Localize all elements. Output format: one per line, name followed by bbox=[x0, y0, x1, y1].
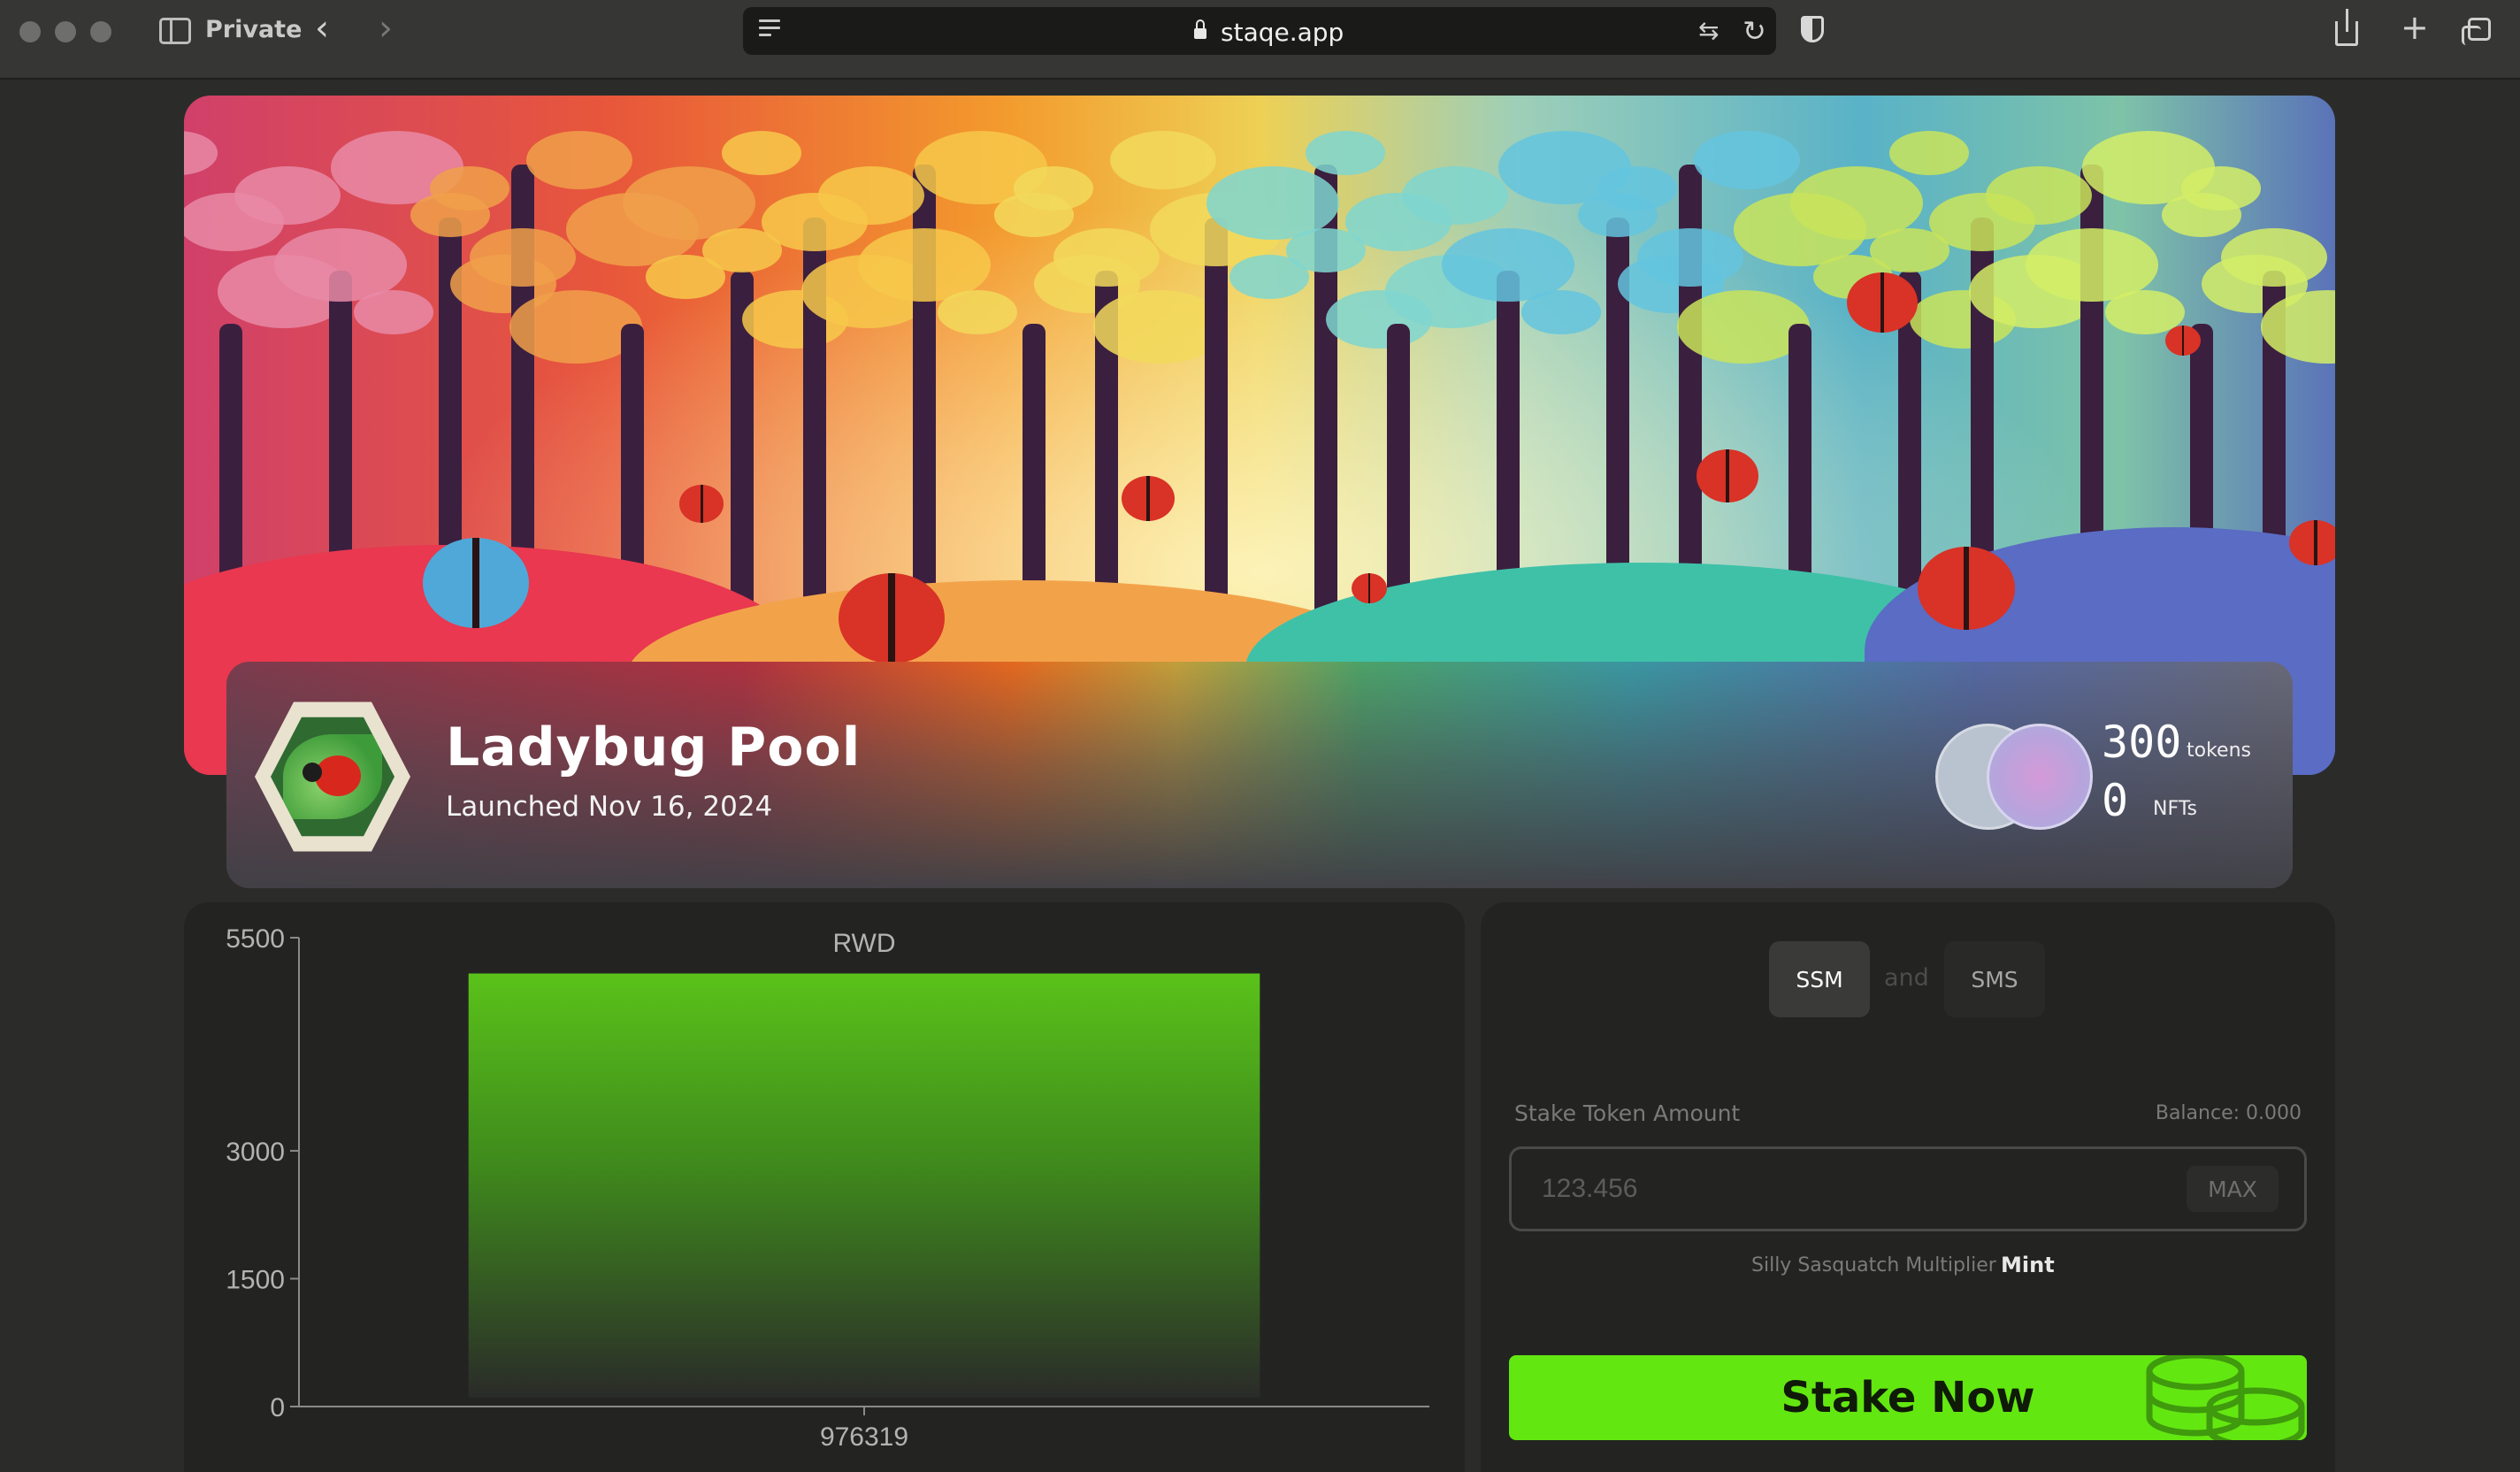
y-tick-label: 1500 bbox=[226, 1265, 285, 1294]
tokens-label: tokens bbox=[2187, 740, 2251, 762]
ladybug-decoration bbox=[2165, 326, 2201, 356]
ladybug-decoration bbox=[1352, 573, 1387, 603]
y-tick-label: 5500 bbox=[226, 924, 285, 954]
browser-toolbar: Private ‹ › staqe.app ⇆ ↻ + bbox=[0, 0, 2520, 80]
ladybug-decoration bbox=[839, 573, 945, 663]
ladybug-decoration bbox=[1697, 449, 1758, 502]
ladybug-decoration bbox=[1918, 547, 2015, 630]
share-icon[interactable] bbox=[2335, 9, 2358, 46]
address-bar[interactable]: staqe.app ⇆ ↻ bbox=[743, 7, 1776, 55]
pool-title: Ladybug Pool bbox=[446, 717, 862, 778]
tab-ssm[interactable]: SSM bbox=[1769, 941, 1870, 1017]
privacy-shield-icon[interactable] bbox=[1801, 16, 1824, 42]
x-tick-label: 976319 bbox=[820, 1422, 908, 1452]
zoom-window-button[interactable] bbox=[90, 21, 111, 42]
mint-link[interactable]: Mint bbox=[2001, 1253, 2055, 1277]
back-button[interactable]: ‹ bbox=[315, 11, 329, 46]
new-tab-icon[interactable]: + bbox=[2401, 11, 2429, 44]
stake-now-label: Stake Now bbox=[1781, 1373, 2035, 1422]
y-tick-label: 0 bbox=[270, 1393, 285, 1422]
max-button[interactable]: MAX bbox=[2187, 1166, 2279, 1212]
translate-icon[interactable]: ⇆ bbox=[1698, 16, 1719, 45]
private-mode-label: Private bbox=[205, 16, 303, 43]
minimize-window-button[interactable] bbox=[55, 21, 76, 42]
rewards-chart-panel: 0 1500 3000 5500 976319 RWD bbox=[184, 902, 1465, 1472]
forward-button[interactable]: › bbox=[379, 11, 393, 46]
lock-icon bbox=[1194, 19, 1206, 39]
multiplier-label: Silly Sasquatch Multiplier bbox=[1751, 1254, 1996, 1276]
url-text[interactable]: staqe.app bbox=[1221, 18, 1344, 47]
rewards-chart: 0 1500 3000 5500 976319 RWD bbox=[226, 924, 1429, 1452]
stake-panel: SSM and SMS Stake Token Amount Balance: … bbox=[1481, 902, 2335, 1472]
toggle-separator: and bbox=[1884, 964, 1929, 992]
reward-token-avatars bbox=[1935, 724, 2095, 830]
pool-launch-date: Launched Nov 16, 2024 bbox=[446, 791, 773, 823]
close-window-button[interactable] bbox=[19, 21, 41, 42]
bar bbox=[468, 973, 1260, 1398]
tab-sms[interactable]: SMS bbox=[1944, 941, 2045, 1017]
tokens-count: 300 bbox=[2102, 717, 2182, 768]
ladybug-decoration bbox=[1847, 272, 1918, 333]
tab-overview-icon[interactable] bbox=[2462, 18, 2491, 45]
ladybug-decoration bbox=[1122, 476, 1175, 521]
y-tick-label: 3000 bbox=[226, 1138, 285, 1167]
balance-text: Balance: 0.000 bbox=[2155, 1102, 2302, 1124]
nft-avatar bbox=[1987, 724, 2093, 830]
ladybug-decoration bbox=[2289, 520, 2335, 565]
ladybug-decoration bbox=[423, 538, 529, 628]
ladybug-decoration bbox=[679, 485, 724, 523]
nfts-label: NFTs bbox=[2153, 798, 2197, 820]
stake-now-button[interactable]: Stake Now bbox=[1509, 1355, 2307, 1440]
chart-title: RWD bbox=[832, 929, 895, 958]
stake-amount-label: Stake Token Amount bbox=[1514, 1100, 1741, 1126]
sidebar-toggle-icon[interactable] bbox=[159, 18, 191, 44]
nfts-count: 0 bbox=[2102, 775, 2129, 826]
reader-view-icon[interactable] bbox=[759, 19, 780, 41]
coins-icon bbox=[2146, 1355, 2305, 1440]
reload-icon[interactable]: ↻ bbox=[1743, 14, 1766, 48]
pool-header-card: Ladybug Pool Launched Nov 16, 2024 300 t… bbox=[226, 662, 2293, 888]
ladybug-icon bbox=[303, 755, 361, 796]
